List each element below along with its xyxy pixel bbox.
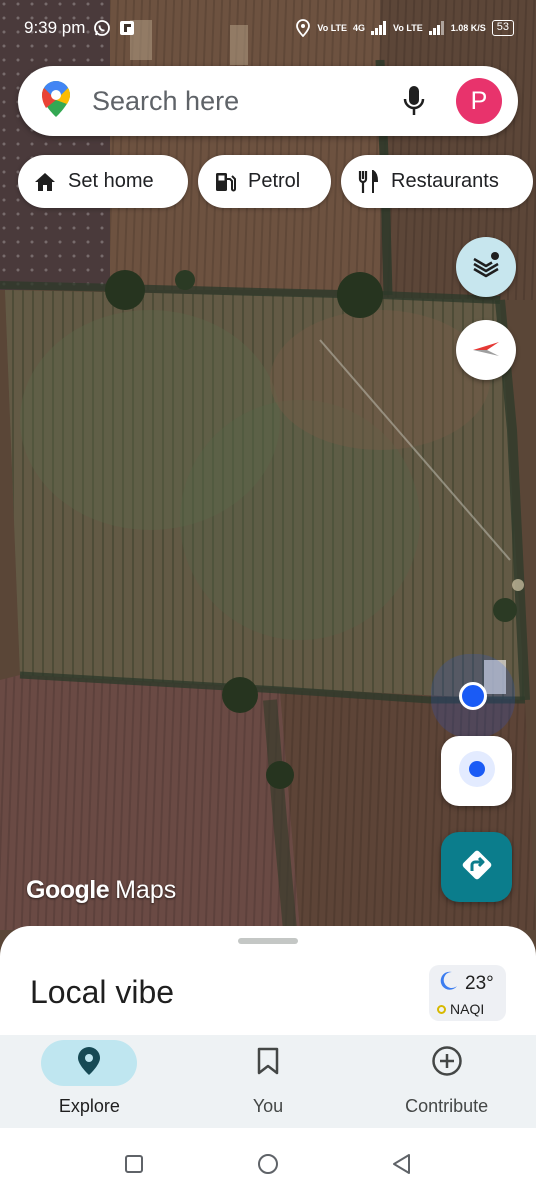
search-input[interactable]: Search here xyxy=(92,86,398,117)
directions-icon xyxy=(459,847,495,888)
watermark-product: Maps xyxy=(115,876,177,904)
my-location-dot xyxy=(459,682,487,710)
nav-label: Explore xyxy=(58,1096,120,1116)
sim2-label: Vo LTE xyxy=(393,22,423,33)
nav-active-pill xyxy=(41,1040,138,1086)
chip-label: Restaurants xyxy=(391,170,499,192)
nav-you[interactable]: You xyxy=(179,1035,358,1128)
layers-icon xyxy=(471,250,501,285)
search-bar[interactable]: Search here P xyxy=(18,66,518,136)
air-quality-dot-icon xyxy=(437,1004,446,1014)
nav-explore[interactable]: Explore xyxy=(0,1035,179,1128)
air-quality-label: NAQI xyxy=(450,1001,485,1017)
sheet-title: Local vibe xyxy=(30,974,175,1010)
chip-label: Set home xyxy=(68,170,154,192)
bookmark-icon xyxy=(257,1047,279,1080)
status-bar: 9:39 pm Vo LTE 4G Vo LTE 1.08 K/S 53 xyxy=(0,0,536,56)
system-navigation-bar xyxy=(0,1128,536,1200)
recents-icon[interactable] xyxy=(122,1152,146,1176)
status-time: 9:39 pm xyxy=(24,18,86,37)
sheet-drag-handle[interactable] xyxy=(238,938,298,944)
microphone-icon[interactable] xyxy=(398,81,430,121)
home-icon xyxy=(32,169,58,195)
chip-petrol[interactable]: Petrol xyxy=(198,155,331,208)
bottom-navigation: Explore You Contribute xyxy=(0,1035,536,1128)
google-maps-logo-icon xyxy=(40,80,72,123)
account-avatar[interactable]: P xyxy=(456,78,502,124)
explore-pin-icon xyxy=(77,1046,101,1081)
back-triangle-icon[interactable] xyxy=(390,1152,414,1176)
chip-set-home[interactable]: Set home xyxy=(18,155,188,208)
compass-button[interactable] xyxy=(456,320,516,380)
data-speed: 1.08 K/S xyxy=(450,22,486,33)
moon-icon xyxy=(437,970,459,997)
location-status-icon xyxy=(295,19,311,37)
compass-icon xyxy=(471,338,501,363)
network-type: 4G xyxy=(353,22,366,33)
nav-label: Contribute xyxy=(405,1096,489,1116)
chip-restaurants[interactable]: Restaurants xyxy=(341,155,533,208)
weather-card[interactable]: 23° NAQI xyxy=(429,965,506,1021)
watermark-brand: Google xyxy=(26,876,110,904)
nav-label: You xyxy=(252,1096,284,1116)
directions-button[interactable] xyxy=(441,832,512,902)
sim1-label: Vo LTE xyxy=(317,22,348,33)
google-maps-watermark: Google Maps xyxy=(26,876,176,905)
signal-2-icon xyxy=(428,21,445,35)
fuel-icon xyxy=(212,169,238,195)
restaurant-icon xyxy=(355,169,381,195)
chip-label: Petrol xyxy=(248,170,301,192)
nav-contribute[interactable]: Contribute xyxy=(357,1035,536,1128)
layers-button[interactable] xyxy=(456,237,516,297)
battery-indicator: 53 xyxy=(491,20,514,36)
notification-app-icon xyxy=(119,20,135,36)
my-location-icon xyxy=(457,749,497,794)
whatsapp-icon xyxy=(93,19,111,37)
nav-icon-container xyxy=(399,1040,495,1086)
home-circle-icon[interactable] xyxy=(256,1152,280,1176)
add-circle-icon xyxy=(431,1045,463,1082)
explore-bottom-sheet[interactable]: Local vibe 23° NAQI xyxy=(0,926,536,1036)
category-chips: Set home Petrol Restaurants xyxy=(18,155,533,208)
nav-icon-container xyxy=(220,1040,316,1086)
temperature: 23° xyxy=(465,972,494,994)
my-location-button[interactable] xyxy=(441,736,512,806)
signal-icon xyxy=(371,21,387,35)
